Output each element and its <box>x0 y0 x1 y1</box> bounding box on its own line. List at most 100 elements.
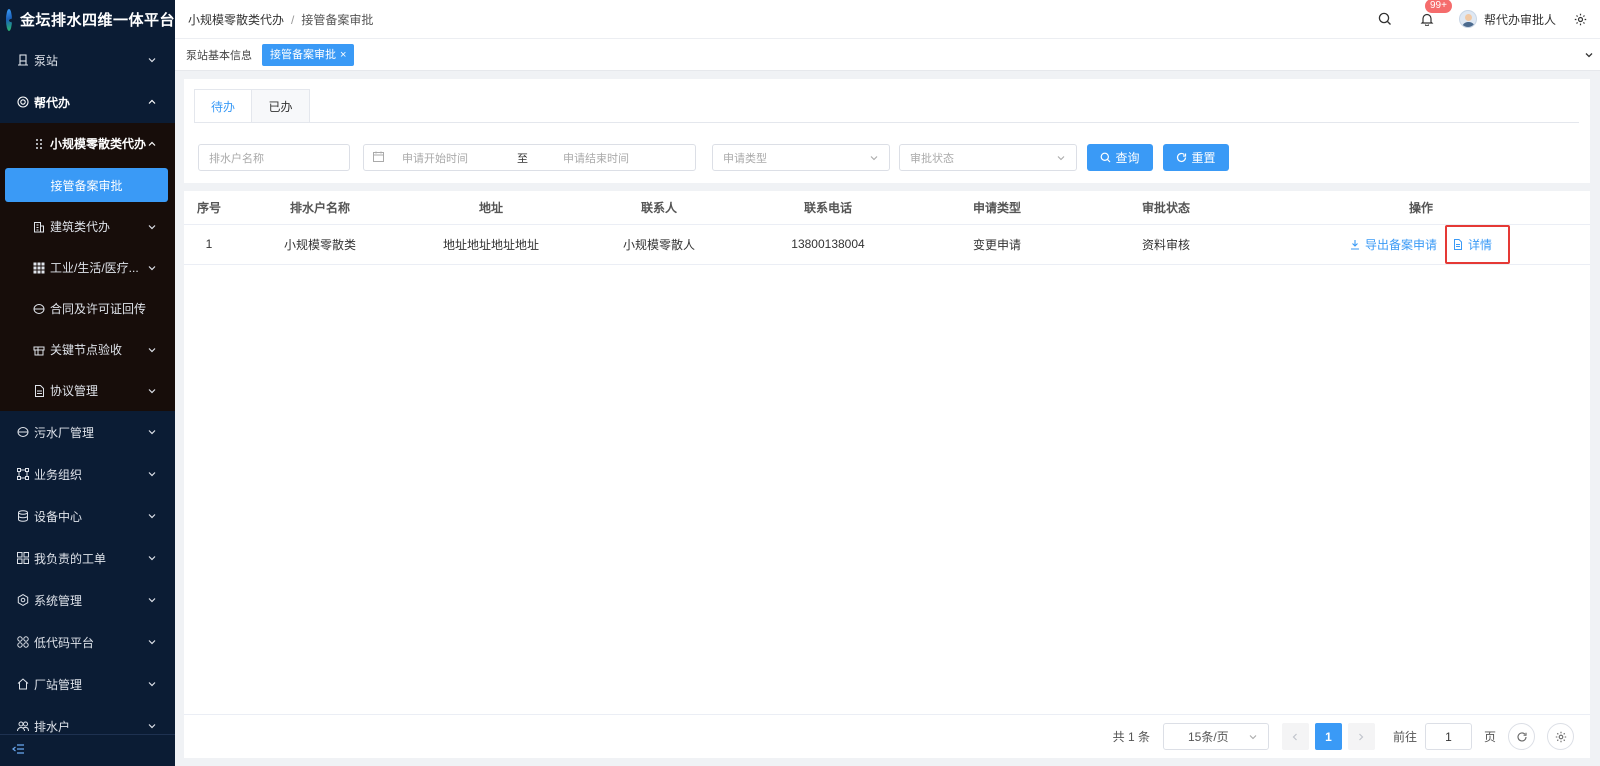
submenu-helper: 小规模零散类代办 接管备案审批 建筑类代办 工业/生活/医疗... 合同及许可证… <box>0 123 175 411</box>
cell-type: 变更申请 <box>914 224 1080 265</box>
grid9-icon <box>33 262 45 274</box>
sidebar-item-lowcode[interactable]: 低代码平台 <box>0 621 175 663</box>
cell-phone: 13800138004 <box>742 224 914 265</box>
sidebar-item-building[interactable]: 建筑类代办 <box>0 206 175 247</box>
submenu-group-label: 小规模零散类代办 <box>50 137 147 151</box>
building-icon <box>16 54 29 67</box>
sidebar-item-sewage-plant[interactable]: 污水厂管理 <box>0 411 175 453</box>
cell-name: 小规模零散类 <box>234 224 406 265</box>
drainage-user-name-input[interactable]: 排水户名称 <box>198 144 350 171</box>
chevron-down-icon[interactable] <box>1584 49 1594 63</box>
user-menu[interactable]: 帮代办审批人 <box>1458 10 1556 28</box>
goto-page-input[interactable]: 1 <box>1424 723 1472 750</box>
prev-page-button[interactable] <box>1281 723 1309 750</box>
sidebar-item-helper[interactable]: 帮代办 <box>0 81 175 123</box>
data-table: 序号 排水户名称 地址 联系人 联系电话 申请类型 审批状态 操作 1 小规模零… <box>184 191 1590 265</box>
detail-link[interactable]: 详情 <box>1453 236 1492 253</box>
chevron-down-icon <box>148 514 156 519</box>
sidebar-item-label: 工业/生活/医疗... <box>50 261 139 275</box>
sidebar-item-system[interactable]: 系统管理 <box>0 579 175 621</box>
column-header: 排水户名称 <box>234 191 406 225</box>
sidebar-item-device-center[interactable]: 设备中心 <box>0 495 175 537</box>
sidebar-item-label: 协议管理 <box>50 384 99 398</box>
pagination: 共 1 条 15条/页 1 前往 1 页 <box>184 714 1590 758</box>
top-actions: 99+ 帮代办审批人 <box>1377 0 1588 28</box>
sidebar-item-contract[interactable]: 合同及许可证回传 <box>0 288 175 329</box>
sidebar-item-label: 系统管理 <box>34 593 83 608</box>
refresh-icon <box>1177 152 1187 163</box>
export-label: 导出备案申请 <box>1364 237 1437 252</box>
drag-dots-icon <box>33 138 45 150</box>
close-icon[interactable]: × <box>340 49 346 61</box>
table-header-row: 序号 排水户名称 地址 联系人 联系电话 申请类型 审批状态 操作 <box>184 191 1590 225</box>
chevron-down-icon <box>1057 155 1065 160</box>
tag-pump-station-info[interactable]: 泵站基本信息 <box>186 47 252 63</box>
sidebar-item-takeover-approval[interactable]: 接管备案审批 <box>5 168 168 202</box>
apps-icon <box>16 636 29 649</box>
total-count: 共 1 条 <box>1112 730 1150 744</box>
next-page-button[interactable] <box>1347 723 1375 750</box>
table-settings-button[interactable] <box>1547 723 1574 750</box>
app-root: 金坛排水四维一体平台 泵站 帮代办 小规模零散类代办 接管备案审批 建筑类代办 <box>0 0 1600 766</box>
page-size-select[interactable]: 15条/页 <box>1162 723 1269 750</box>
export-application-link[interactable]: 导出备案申请 <box>1350 236 1437 253</box>
cell-index: 1 <box>184 224 234 265</box>
sidebar-item-industrial[interactable]: 工业/生活/医疗... <box>0 247 175 288</box>
page-number-current[interactable]: 1 <box>1314 723 1342 750</box>
chevron-down-icon <box>148 682 156 687</box>
reset-button[interactable]: 重置 <box>1163 144 1229 171</box>
chevron-up-icon <box>148 141 156 146</box>
download-icon <box>1350 239 1359 250</box>
sidebar-item-acceptance[interactable]: 关键节点验收 <box>0 329 175 370</box>
goto-label: 前往 <box>1392 730 1417 744</box>
refresh-icon <box>1516 731 1527 741</box>
approval-status-select[interactable]: 审批状态 <box>899 144 1077 171</box>
chevron-up-icon <box>148 99 156 104</box>
tab-pending[interactable]: 待办 <box>195 90 253 122</box>
tags-view: 泵站基本信息 接管备案审批 × <box>175 39 1600 71</box>
tabs-divider <box>194 122 1579 123</box>
sidebar-item-my-orders[interactable]: 我负责的工单 <box>0 537 175 579</box>
sidebar-item-label: 泵站 <box>34 53 59 68</box>
goto-page: 前往 1 页 <box>1393 723 1496 750</box>
home-icon <box>16 678 29 691</box>
grid-icon <box>16 552 29 565</box>
start-date-placeholder[interactable]: 申请开始时间 <box>402 150 512 166</box>
bell-icon <box>1420 13 1434 26</box>
logo[interactable]: 金坛排水四维一体平台 <box>0 0 175 39</box>
user-name: 帮代办审批人 <box>1483 12 1556 27</box>
avatar <box>1458 10 1477 28</box>
tab-done[interactable]: 已办 <box>252 90 309 122</box>
sidebar-item-label: 建筑类代办 <box>50 220 111 234</box>
notification-bell[interactable]: 99+ <box>1419 0 1452 27</box>
filter-card: 待办 已办 排水户名称 申请开始时间 至 申请结束时间 申请类型 审批状态 查询… <box>184 79 1590 183</box>
sidebar-item-pump-station[interactable]: 泵站 <box>0 39 175 81</box>
gear-icon[interactable] <box>1572 11 1588 27</box>
query-button[interactable]: 查询 <box>1087 144 1153 171</box>
submenu-group-small-scale[interactable]: 小规模零散类代办 <box>0 123 175 164</box>
search-icon <box>1101 152 1111 163</box>
date-range-picker[interactable]: 申请开始时间 至 申请结束时间 <box>363 144 696 171</box>
sidebar-item-label: 我负责的工单 <box>34 551 107 566</box>
placeholder: 排水户名称 <box>209 152 264 165</box>
topbar: 小规模零散类代办 / 接管备案审批 99+ 帮代办审批人 <box>175 0 1600 39</box>
placeholder: 审批状态 <box>910 152 954 165</box>
org-icon <box>16 468 29 481</box>
chevron-down-icon <box>148 472 156 477</box>
refresh-button[interactable] <box>1508 723 1535 750</box>
detail-highlight: 详情 <box>1445 224 1510 263</box>
sidebar-item-agreement[interactable]: 协议管理 <box>0 370 175 411</box>
sidebar-item-org[interactable]: 业务组织 <box>0 453 175 495</box>
sidebar-item-station-mgmt[interactable]: 厂站管理 <box>0 663 175 705</box>
end-date-placeholder[interactable]: 申请结束时间 <box>563 150 629 166</box>
page-unit: 页 <box>1483 730 1496 744</box>
breadcrumb-item[interactable]: 小规模零散类代办 <box>188 13 284 27</box>
doc-icon <box>33 384 45 397</box>
search-icon[interactable] <box>1377 11 1393 27</box>
chevron-down-icon <box>148 265 156 270</box>
apply-type-select[interactable]: 申请类型 <box>712 144 890 171</box>
tag-takeover-approval[interactable]: 接管备案审批 × <box>262 43 355 66</box>
chevron-down-icon <box>148 224 156 229</box>
collapse-menu-icon[interactable] <box>12 743 25 758</box>
people-icon <box>16 720 29 733</box>
